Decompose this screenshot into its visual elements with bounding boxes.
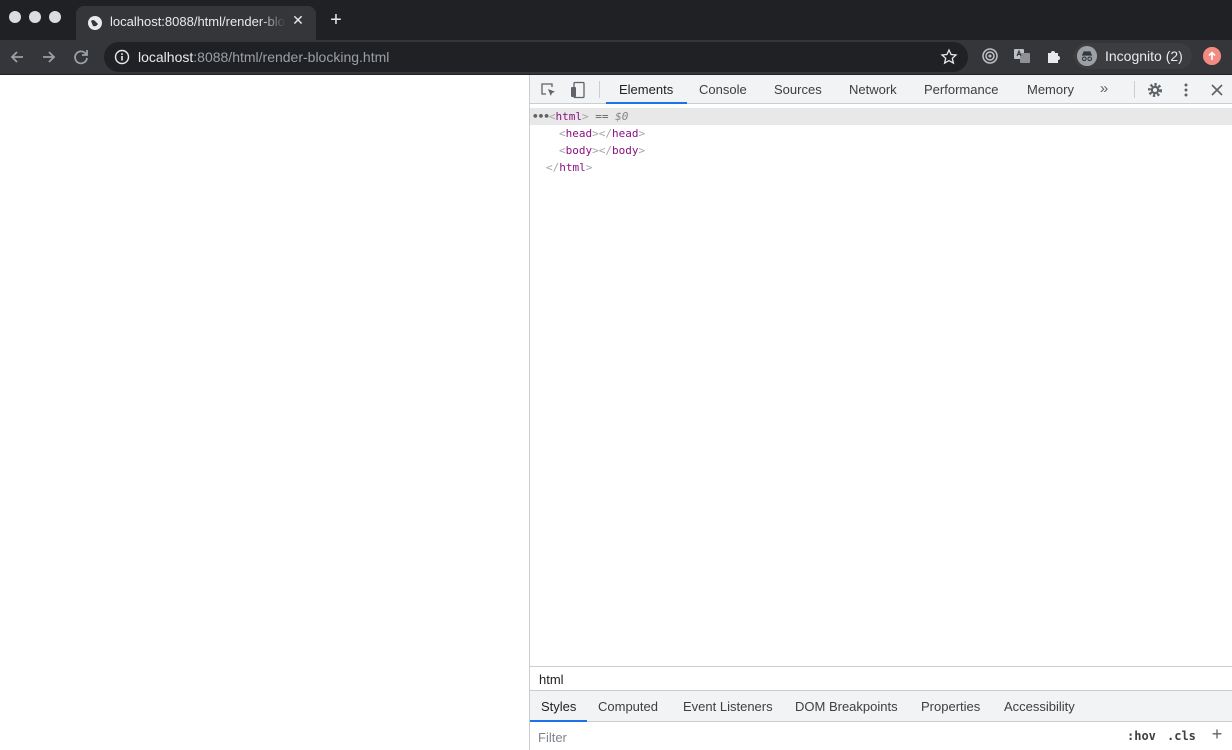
class-toggle[interactable]: .cls <box>1167 729 1196 743</box>
tab-computed[interactable]: Computed <box>598 691 658 722</box>
new-style-rule-button[interactable]: + <box>1208 725 1226 743</box>
close-devtools-icon[interactable] <box>1208 81 1226 99</box>
active-tab-indicator <box>606 102 687 104</box>
styles-filter-input[interactable] <box>538 729 1098 745</box>
address-bar[interactable]: localhost:8088/html/render-blocking.html <box>104 42 968 72</box>
profile-label: Incognito (2) <box>1105 48 1183 64</box>
selection-ref: $0 <box>615 110 629 123</box>
tag-name: body <box>612 144 639 157</box>
info-icon[interactable] <box>114 49 130 65</box>
star-icon[interactable] <box>940 48 958 66</box>
url-text: localhost:8088/html/render-blocking.html <box>138 49 389 65</box>
bracket: > <box>638 127 646 140</box>
tag-name: head <box>565 127 593 140</box>
hover-state-toggle[interactable]: :hov <box>1127 729 1156 743</box>
styles-filter-bar: :hov .cls + <box>530 722 1232 750</box>
tab-network[interactable]: Network <box>849 75 897 104</box>
breadcrumb: html <box>530 666 1232 691</box>
tag-name: html <box>559 161 586 174</box>
url-host: localhost <box>138 49 194 65</box>
tab-accessibility[interactable]: Accessibility <box>1004 691 1075 722</box>
bracket: > <box>585 161 593 174</box>
target-extension-icon[interactable] <box>981 47 999 65</box>
tag-name: head <box>612 127 639 140</box>
device-toolbar-icon[interactable] <box>569 81 587 99</box>
sidebar-tabs: Styles Computed Event Listeners DOM Brea… <box>530 691 1232 722</box>
puzzle-extension-icon[interactable] <box>1045 47 1063 65</box>
minimize-window-button[interactable] <box>29 11 41 23</box>
dom-node-html-close[interactable]: </html> <box>546 159 592 176</box>
bracket: ></ <box>592 127 612 140</box>
tab-strip: localhost:8088/html/render-blocking.html… <box>0 0 1232 40</box>
dom-node-body[interactable]: <body></body> <box>559 142 645 159</box>
tab-properties[interactable]: Properties <box>921 691 980 722</box>
tag-name: html <box>555 110 583 123</box>
bracket: > <box>582 110 589 123</box>
breadcrumb-item-html[interactable]: html <box>539 672 564 687</box>
profile-button[interactable]: Incognito (2) <box>1074 43 1192 69</box>
toolbar-divider <box>599 81 600 98</box>
gear-icon[interactable] <box>1146 81 1164 99</box>
tab-event-listeners[interactable]: Event Listeners <box>683 691 773 722</box>
tab-sources[interactable]: Sources <box>774 75 822 104</box>
tag-name: body <box>565 144 593 157</box>
tab-close-button[interactable]: ✕ <box>290 12 306 28</box>
tab-performance[interactable]: Performance <box>924 75 998 104</box>
forward-icon[interactable] <box>38 46 60 68</box>
translate-extension-icon[interactable] <box>1013 47 1031 65</box>
dom-tree[interactable]: •••<html> == $0 <head></head> <body></bo… <box>530 105 1232 666</box>
bracket: > <box>638 144 646 157</box>
selected-node-highlight <box>530 108 1232 125</box>
browser-tab[interactable]: localhost:8088/html/render-blocking.html… <box>76 6 316 40</box>
dom-node-html[interactable]: •••<html> == $0 <box>532 108 628 125</box>
kebab-menu-icon[interactable] <box>1177 81 1195 99</box>
dom-node-head[interactable]: <head></head> <box>559 125 645 142</box>
tab-dom-breakpoints[interactable]: DOM Breakpoints <box>795 691 898 722</box>
bracket: < <box>548 110 556 123</box>
reload-icon[interactable] <box>70 46 92 68</box>
incognito-icon <box>1077 46 1097 66</box>
back-icon[interactable] <box>6 46 28 68</box>
page-viewport[interactable] <box>0 75 529 750</box>
close-window-button[interactable] <box>9 11 21 23</box>
inspect-element-icon[interactable] <box>539 81 557 99</box>
tab-memory[interactable]: Memory <box>1027 75 1074 104</box>
update-icon[interactable] <box>1203 47 1221 65</box>
tab-elements[interactable]: Elements <box>619 75 673 104</box>
more-tabs-icon[interactable]: » <box>1095 81 1113 99</box>
globe-icon <box>88 16 102 30</box>
bracket: < <box>559 144 566 157</box>
toolbar-divider <box>1134 81 1135 98</box>
selection-equals: == <box>595 110 609 123</box>
url-path: :8088/html/render-blocking.html <box>193 49 390 65</box>
tab-console[interactable]: Console <box>699 75 747 104</box>
tab-title: localhost:8088/html/render-blocking.html <box>110 14 286 29</box>
zoom-window-button[interactable] <box>49 11 61 23</box>
bracket: </ <box>546 161 560 174</box>
new-tab-button[interactable]: + <box>326 10 346 30</box>
devtools-panel: Elements Console Sources Network Perform… <box>529 75 1232 750</box>
bracket: ></ <box>592 144 612 157</box>
node-actions-ellipsis[interactable]: ••• <box>532 110 550 123</box>
tab-styles[interactable]: Styles <box>541 691 576 722</box>
bracket: < <box>559 127 566 140</box>
devtools-toolbar: Elements Console Sources Network Perform… <box>530 75 1232 104</box>
